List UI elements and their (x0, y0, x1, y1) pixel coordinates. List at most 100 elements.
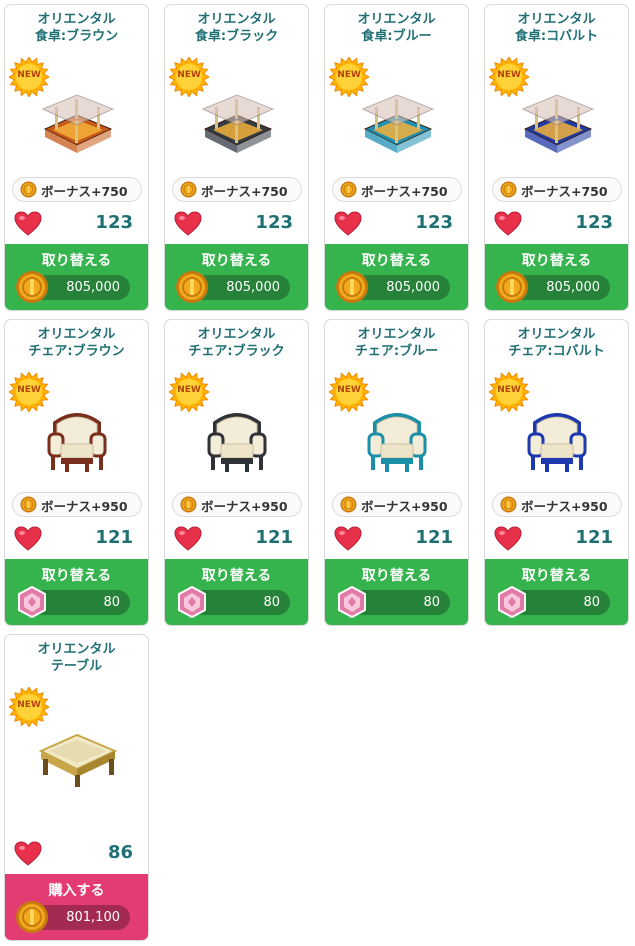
coin-icon (500, 181, 517, 198)
bonus-pill: ボーナス+750 (12, 177, 142, 202)
action-label: 取り替える (41, 253, 112, 269)
like-count: 121 (575, 527, 613, 548)
product-name-line1: オリエンタル (197, 12, 276, 27)
coin-icon (180, 181, 197, 198)
price-value: 801,100 (66, 910, 120, 925)
product-name-line1: オリエンタル (357, 327, 436, 342)
dining-table-image (41, 94, 115, 153)
product-name-line1: オリエンタル (37, 642, 116, 657)
new-badge-label: NEW (497, 70, 521, 80)
coin-icon (176, 271, 208, 303)
like-count: 123 (415, 212, 453, 233)
buy-button[interactable]: 購入する 801,100 (5, 874, 148, 940)
bonus-text: ボーナス+750 (41, 184, 128, 199)
like-count: 123 (575, 212, 613, 233)
heart-icon (494, 526, 522, 551)
product-name-line1: オリエンタル (517, 327, 596, 342)
heart-icon (334, 211, 362, 236)
action-label: 取り替える (201, 253, 272, 269)
bonus-pill: ボーナス+950 (172, 492, 302, 517)
price-value: 805,000 (386, 280, 440, 295)
product-card[interactable]: オリエンタル 食卓:ブラック NEW ボーナス+750 123 取り替える 80… (164, 4, 309, 311)
price-value: 80 (103, 595, 120, 610)
bonus-text: ボーナス+950 (201, 499, 288, 514)
new-badge-label: NEW (17, 70, 41, 80)
coin-icon (496, 271, 528, 303)
product-card[interactable]: オリエンタル チェア:ブルー NEW ボーナス+950 121 取り替える 80 (324, 319, 469, 626)
coin-icon (180, 496, 197, 513)
coin-icon (20, 181, 37, 198)
action-label: 取り替える (521, 253, 592, 269)
product-name-line2: 食卓:ブラウン (34, 29, 119, 44)
bonus-text: ボーナス+950 (521, 499, 608, 514)
gem-icon (18, 585, 46, 619)
gem-icon (498, 585, 526, 619)
chair-image (527, 413, 587, 472)
product-name-line1: オリエンタル (357, 12, 436, 27)
coin-icon (340, 496, 357, 513)
replace-button[interactable]: 取り替える 805,000 (325, 244, 468, 310)
replace-button[interactable]: 取り替える 80 (165, 559, 308, 625)
product-title: オリエンタル チェア:ブラック (165, 326, 308, 360)
action-label: 取り替える (41, 568, 112, 584)
action-label: 取り替える (361, 568, 432, 584)
product-name-line1: オリエンタル (37, 327, 116, 342)
product-name-line2: 食卓:ブルー (361, 29, 432, 44)
replace-button[interactable]: 取り替える 805,000 (165, 244, 308, 310)
replace-button[interactable]: 取り替える 805,000 (485, 244, 628, 310)
replace-button[interactable]: 取り替える 80 (325, 559, 468, 625)
product-title: オリエンタル 食卓:ブルー (325, 11, 468, 45)
product-title: オリエンタル チェア:コバルト (485, 326, 628, 360)
like-count: 123 (95, 212, 133, 233)
bonus-text: ボーナス+750 (521, 184, 608, 199)
chair-image (47, 413, 107, 472)
bonus-text: ボーナス+950 (361, 499, 448, 514)
new-badge-label: NEW (337, 70, 361, 80)
heart-icon (14, 841, 42, 866)
product-title: オリエンタル 食卓:コバルト (485, 11, 628, 45)
product-card[interactable]: オリエンタル チェア:ブラウン NEW ボーナス+950 121 取り替える 8… (4, 319, 149, 626)
dining-table-image (361, 94, 435, 153)
new-badge-label: NEW (497, 385, 521, 395)
gem-icon (338, 585, 366, 619)
product-name-line1: オリエンタル (197, 327, 276, 342)
like-count: 121 (255, 527, 293, 548)
action-label: 取り替える (361, 253, 432, 269)
heart-icon (494, 211, 522, 236)
coin-icon (500, 496, 517, 513)
price-value: 805,000 (66, 280, 120, 295)
dining-table-image (201, 94, 275, 153)
product-name-line2: 食卓:コバルト (514, 29, 599, 44)
heart-icon (174, 526, 202, 551)
heart-icon (334, 526, 362, 551)
price-value: 80 (423, 595, 440, 610)
price-value: 80 (583, 595, 600, 610)
product-name-line2: チェア:ブラック (188, 344, 285, 359)
coin-icon (16, 271, 48, 303)
product-card[interactable]: オリエンタル 食卓:コバルト NEW ボーナス+750 123 取り替える 80… (484, 4, 629, 311)
replace-button[interactable]: 取り替える 80 (485, 559, 628, 625)
replace-button[interactable]: 取り替える 805,000 (5, 244, 148, 310)
product-name-line1: オリエンタル (517, 12, 596, 27)
product-card[interactable]: オリエンタル 食卓:ブラウン NEW ボーナス+750 123 取り替える 80… (4, 4, 149, 311)
bonus-pill: ボーナス+750 (332, 177, 462, 202)
bonus-text: ボーナス+750 (361, 184, 448, 199)
chair-image (367, 413, 427, 472)
product-name-line2: チェア:コバルト (508, 344, 605, 359)
heart-icon (14, 211, 42, 236)
heart-icon (14, 526, 42, 551)
product-name-line2: チェア:ブラウン (28, 344, 125, 359)
product-title: オリエンタル 食卓:ブラウン (5, 11, 148, 45)
product-card[interactable]: オリエンタル チェア:コバルト NEW ボーナス+950 121 取り替える 8… (484, 319, 629, 626)
price-value: 805,000 (226, 280, 280, 295)
product-card[interactable]: オリエンタル 食卓:ブルー NEW ボーナス+750 123 取り替える 805… (324, 4, 469, 311)
product-title: オリエンタル テーブル (5, 641, 148, 675)
product-card[interactable]: オリエンタル チェア:ブラック NEW ボーナス+950 121 取り替える 8… (164, 319, 309, 626)
new-badge-label: NEW (17, 700, 41, 710)
new-badge-label: NEW (17, 385, 41, 395)
replace-button[interactable]: 取り替える 80 (5, 559, 148, 625)
bonus-text: ボーナス+950 (41, 499, 128, 514)
product-card[interactable]: オリエンタル テーブル NEW 86 購入する 801,100 (4, 634, 149, 941)
bonus-text: ボーナス+750 (201, 184, 288, 199)
low-table-image (38, 733, 118, 787)
